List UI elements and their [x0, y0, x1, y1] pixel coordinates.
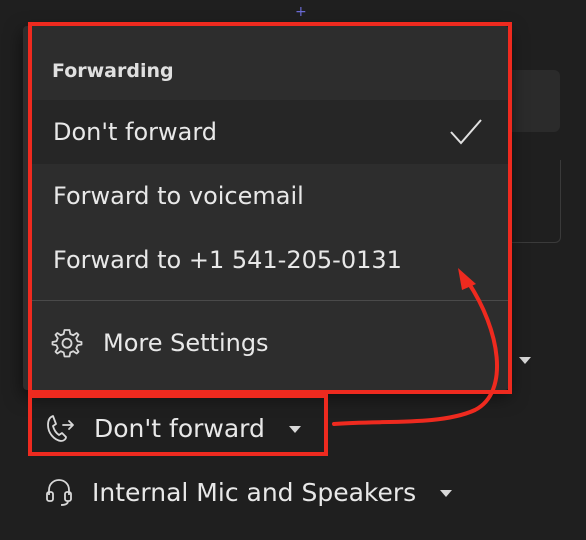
gear-icon: [51, 329, 83, 358]
plus-icon: +: [295, 4, 307, 20]
chevron-down-icon: [440, 489, 453, 497]
menu-item-label: Forward to voicemail: [53, 182, 304, 210]
menu-item-forward-number[interactable]: Forward to +1 541-205-0131: [31, 228, 509, 292]
forwarding-menu: Forwarding Don't forward Forward to voic…: [23, 26, 509, 390]
checkmark-icon: [450, 119, 482, 145]
menu-item-dont-forward[interactable]: Don't forward: [31, 100, 509, 164]
forward-dropdown-button[interactable]: Don't forward: [44, 406, 301, 450]
headset-icon: [44, 476, 74, 508]
audio-device-dropdown-button[interactable]: Internal Mic and Speakers: [44, 470, 453, 514]
chevron-down-icon[interactable]: [519, 357, 531, 364]
menu-header: Forwarding: [52, 60, 174, 82]
more-settings-label: More Settings: [103, 329, 269, 357]
menu-item-forward-voicemail[interactable]: Forward to voicemail: [31, 164, 509, 228]
more-settings-button[interactable]: More Settings: [31, 312, 509, 374]
call-forward-icon: [44, 412, 76, 444]
menu-item-label: Forward to +1 541-205-0131: [53, 246, 402, 274]
menu-divider: [31, 300, 509, 301]
menu-item-label: Don't forward: [53, 118, 218, 146]
forward-dropdown-label: Don't forward: [94, 413, 265, 443]
audio-device-label: Internal Mic and Speakers: [92, 477, 417, 507]
app-stage: + Forwarding Don't forward Forward to vo…: [0, 0, 586, 540]
chevron-down-icon: [288, 425, 301, 433]
